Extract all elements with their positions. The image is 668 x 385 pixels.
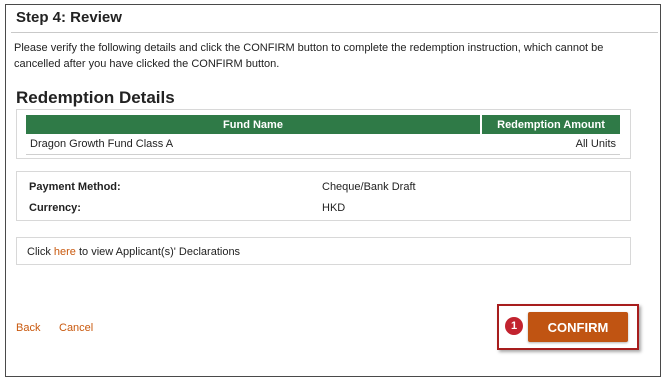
confirm-button[interactable]: CONFIRM	[528, 312, 628, 342]
currency-value: HKD	[322, 202, 346, 214]
confirm-highlight: 1 CONFIRM	[497, 304, 639, 350]
column-header-fund-name: Fund Name	[26, 115, 482, 134]
declarations-text: Click here to view Applicant(s)' Declara…	[27, 246, 240, 258]
table-header-row: Fund Name Redemption Amount	[26, 115, 620, 134]
currency-label: Currency:	[29, 202, 81, 214]
declarations-link[interactable]: here	[54, 246, 76, 258]
declarations-prefix: Click	[27, 246, 51, 258]
cancel-link[interactable]: Cancel	[59, 322, 93, 334]
table-row: Dragon Growth Fund Class A All Units	[26, 134, 620, 155]
step-title: Step 4: Review	[16, 9, 122, 26]
redemption-amount-cell: All Units	[481, 134, 620, 155]
redemption-table: Fund Name Redemption Amount Dragon Growt…	[26, 115, 620, 155]
back-link[interactable]: Back	[16, 322, 40, 334]
payment-method-label: Payment Method:	[29, 181, 121, 193]
title-divider	[11, 32, 658, 33]
payment-method-value: Cheque/Bank Draft	[322, 181, 416, 193]
fund-name-cell: Dragon Growth Fund Class A	[26, 134, 481, 155]
column-header-redemption-amount: Redemption Amount	[481, 115, 620, 134]
step-number-badge: 1	[505, 317, 523, 335]
declarations-suffix: to view Applicant(s)' Declarations	[79, 246, 241, 258]
section-title-redemption: Redemption Details	[16, 88, 175, 107]
intro-text: Please verify the following details and …	[14, 42, 604, 70]
